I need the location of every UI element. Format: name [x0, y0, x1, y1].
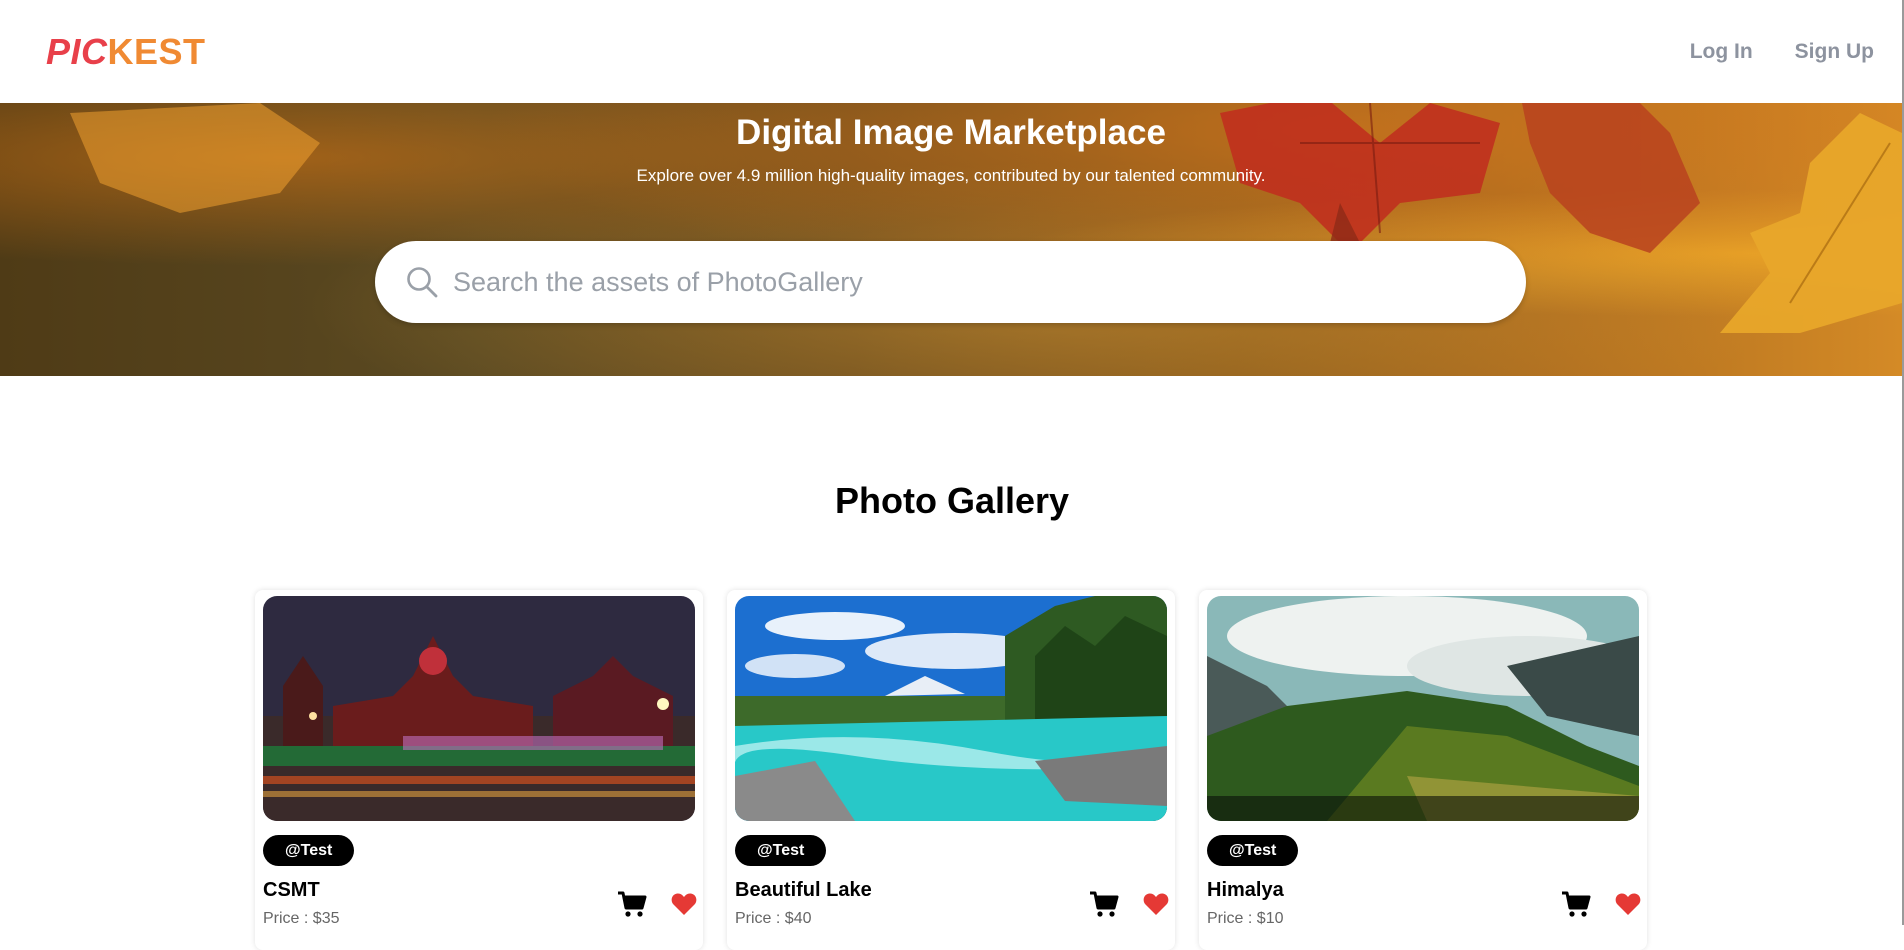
cart-icon[interactable] [1089, 890, 1119, 918]
search-bar[interactable] [375, 241, 1526, 323]
photo-price: Price : $40 [735, 910, 812, 927]
cart-icon[interactable] [617, 890, 647, 918]
photo-price: Price : $10 [1207, 910, 1284, 927]
logo-part-2: KEST [107, 30, 206, 72]
heart-icon[interactable] [671, 892, 697, 916]
photo-card-himalya[interactable]: @Test Himalya Price : $10 [1199, 590, 1647, 950]
photo-card-csmt[interactable]: @Test CSMT Price : $35 [255, 590, 703, 950]
photo-himalya[interactable] [1207, 596, 1639, 821]
login-link[interactable]: Log In [1690, 40, 1753, 64]
photo-card-beautiful-lake[interactable]: @Test Beautiful Lake Price : $40 [727, 590, 1175, 950]
cart-icon[interactable] [1561, 890, 1591, 918]
auth-nav: Log In Sign Up [1690, 40, 1874, 64]
author-tag[interactable]: @Test [263, 835, 355, 866]
author-tag[interactable]: @Test [1207, 835, 1299, 866]
heart-icon[interactable] [1615, 892, 1641, 916]
photo-beautiful-lake[interactable] [735, 596, 1167, 821]
hero-banner: Digital Image Marketplace Explore over 4… [0, 103, 1902, 376]
photo-title: CSMT [263, 879, 320, 901]
photo-price: Price : $35 [263, 910, 340, 927]
brand-logo[interactable]: PICKEST [46, 31, 206, 73]
hero-title: Digital Image Marketplace [736, 113, 1166, 152]
photo-csmt[interactable] [263, 596, 695, 821]
top-navbar: PICKEST Log In Sign Up [0, 0, 1904, 103]
heart-icon[interactable] [1143, 892, 1169, 916]
hero-subtitle: Explore over 4.9 million high-quality im… [636, 166, 1266, 185]
author-tag[interactable]: @Test [735, 835, 827, 866]
photo-title: Beautiful Lake [735, 879, 872, 901]
photo-title: Himalya [1207, 879, 1284, 901]
signup-link[interactable]: Sign Up [1795, 40, 1874, 64]
search-icon [407, 267, 438, 298]
gallery-title: Photo Gallery [834, 480, 1070, 521]
logo-part-1: PIC [46, 30, 108, 72]
search-input[interactable] [451, 265, 1495, 299]
